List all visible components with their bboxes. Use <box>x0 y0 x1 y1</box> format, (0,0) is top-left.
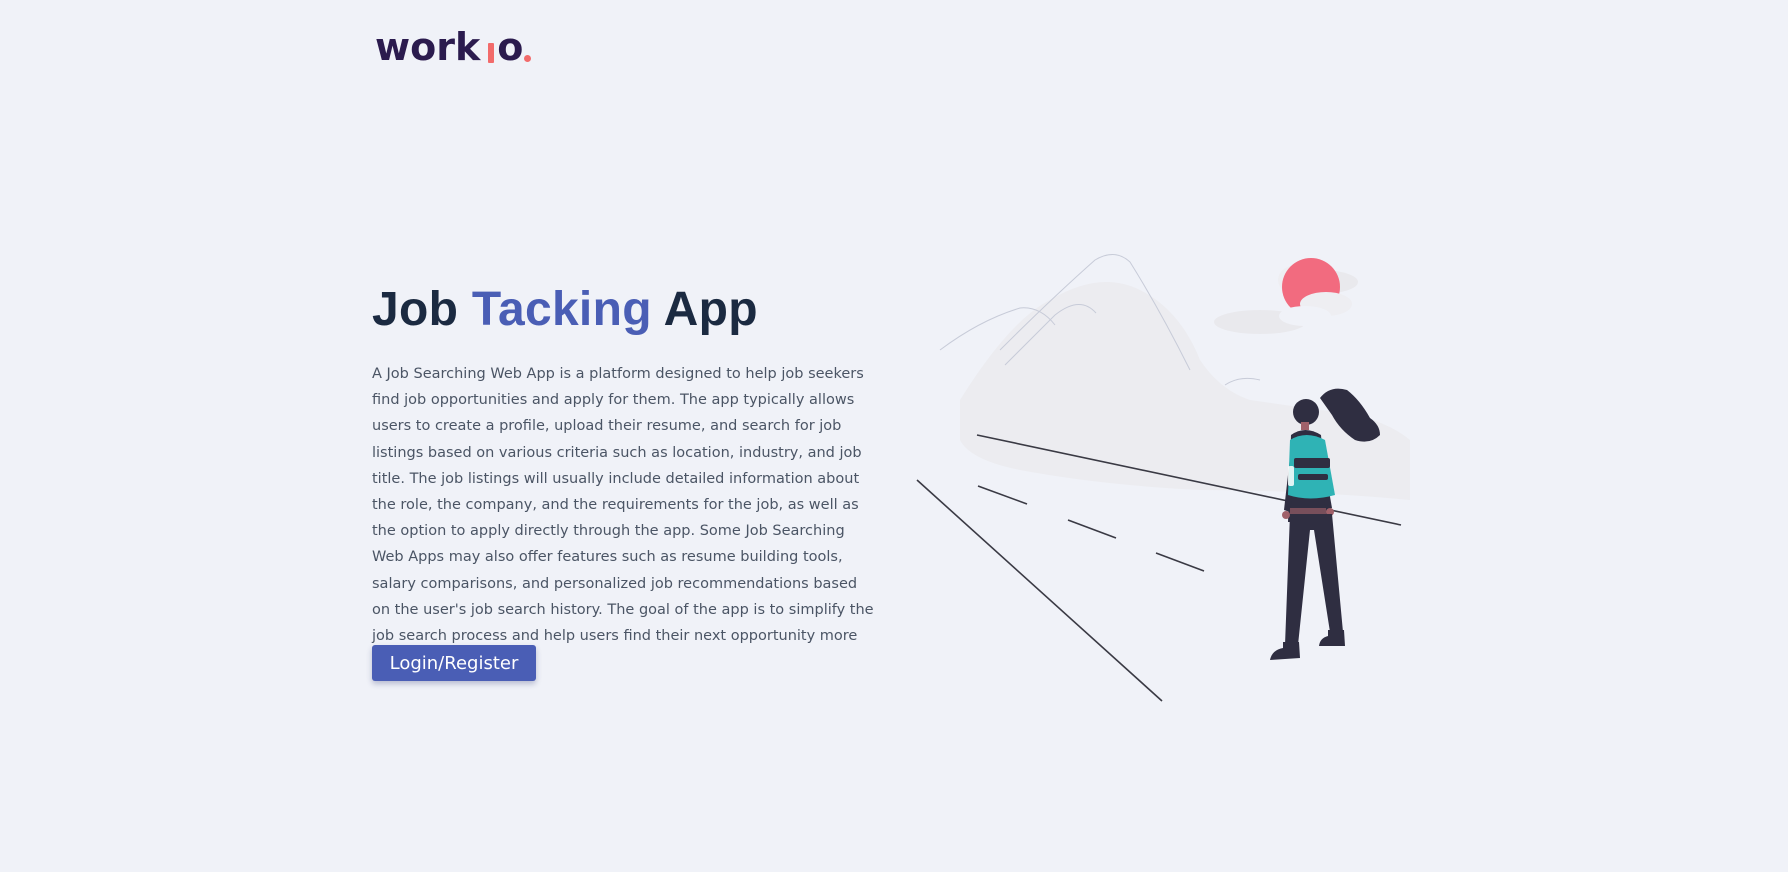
hero-title-accent: Tacking <box>471 283 652 336</box>
traveler-illustration <box>916 254 1410 702</box>
logo-o: o <box>497 25 524 69</box>
logo-dot <box>524 55 532 62</box>
hero-description: A Job Searching Web App is a platform de… <box>372 366 874 670</box>
sun-shape <box>1279 258 1352 326</box>
hero-title: Job Tacking App <box>372 280 758 340</box>
logo-i-bar <box>488 43 495 63</box>
login-register-button[interactable]: Login/Register <box>372 645 536 681</box>
workio-logo[interactable]: work o <box>375 22 532 69</box>
logo-io-mark: o <box>482 25 532 69</box>
hero-title-part2: App <box>663 283 758 336</box>
logo-text: work <box>375 25 481 69</box>
hero-title-part1: Job <box>372 283 459 336</box>
